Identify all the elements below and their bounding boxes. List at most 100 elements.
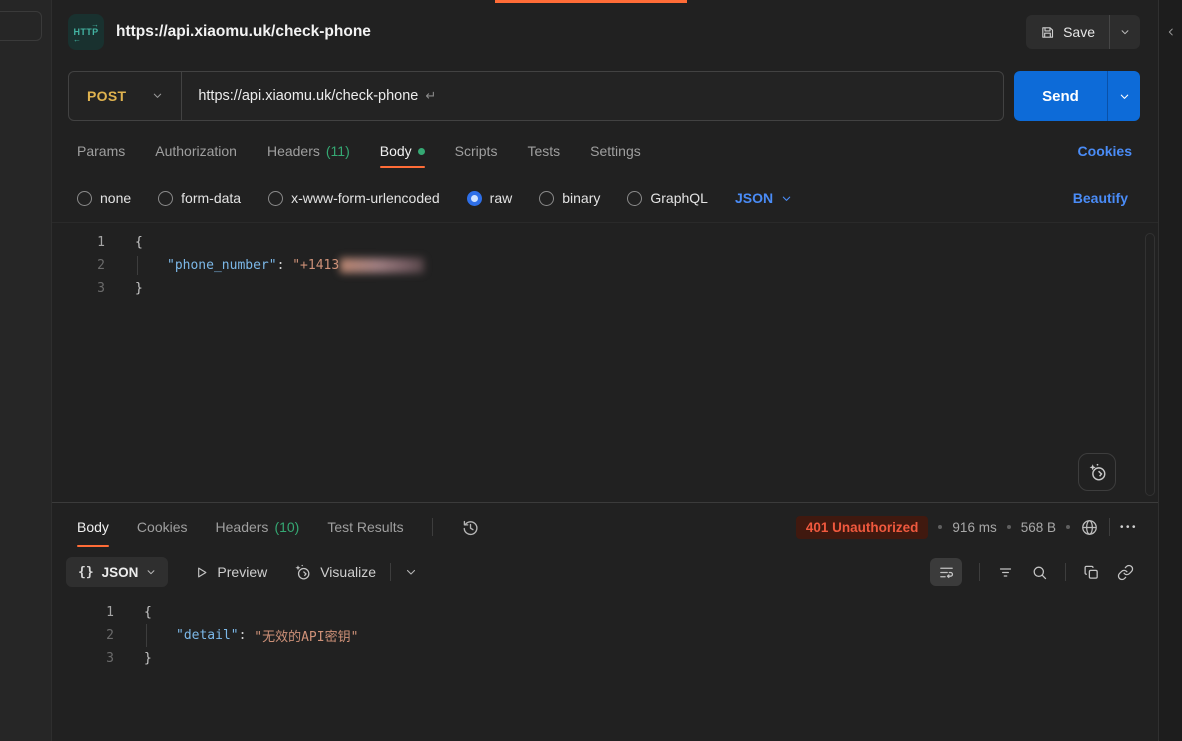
response-meta: 401 Unauthorized 916 ms 568 B ••• xyxy=(796,503,1138,551)
body-type-urlencoded[interactable]: x-www-form-urlencoded xyxy=(268,190,440,206)
postbot-sparkle-icon xyxy=(1087,462,1108,483)
response-size[interactable]: 568 B xyxy=(1021,520,1056,535)
network-info-button[interactable] xyxy=(1080,518,1099,537)
body-type-none-label: none xyxy=(100,190,131,206)
json-key: "phone_number" xyxy=(167,258,277,273)
request-tabs: Params Authorization Headers (11) Body Sc… xyxy=(52,128,1158,174)
body-type-binary-label: binary xyxy=(562,190,600,206)
body-type-graphql[interactable]: GraphQL xyxy=(627,190,708,206)
radio-icon xyxy=(539,191,554,206)
response-format-label: JSON xyxy=(102,565,139,580)
toolbar-expand-button[interactable] xyxy=(405,566,417,578)
save-dropdown-button[interactable] xyxy=(1110,15,1140,49)
body-type-urlencoded-label: x-www-form-urlencoded xyxy=(291,190,440,206)
indent-guide xyxy=(137,256,138,275)
line-number: 1 xyxy=(52,235,105,250)
body-modified-dot xyxy=(418,148,425,155)
divider xyxy=(390,563,391,581)
code-token: } xyxy=(144,651,152,666)
send-button[interactable]: Send xyxy=(1014,88,1107,105)
response-tab-test-results[interactable]: Test Results xyxy=(327,503,403,551)
json-string-value: "无效的API密钥" xyxy=(254,626,358,645)
code-line: 3 } xyxy=(52,277,1158,300)
request-body-editor[interactable]: 1 { 2 "phone_number": "+1413 3 } xyxy=(52,222,1158,502)
method-label: POST xyxy=(87,88,126,104)
postbot-assistant-button[interactable] xyxy=(1078,453,1116,491)
code-line: 2 "phone_number": "+1413 xyxy=(52,254,1158,277)
headers-count-badge: (11) xyxy=(326,143,350,159)
response-body-editor[interactable]: 1 { 2 "detail": "无效的API密钥" 3 } xyxy=(52,593,1158,741)
visualize-button[interactable]: Visualize xyxy=(293,563,376,582)
line-number: 2 xyxy=(52,258,105,273)
send-dropdown-button[interactable] xyxy=(1108,91,1140,102)
tab-headers[interactable]: Headers (11) xyxy=(267,128,350,174)
json-string-value: "+1413 xyxy=(292,258,339,273)
tab-tests[interactable]: Tests xyxy=(527,128,560,174)
response-tab-headers-label: Headers xyxy=(216,519,269,535)
tab-settings[interactable]: Settings xyxy=(590,128,641,174)
body-type-binary[interactable]: binary xyxy=(539,190,600,206)
method-dropdown[interactable]: POST xyxy=(69,88,181,104)
tab-authorization-label: Authorization xyxy=(155,143,237,159)
response-format-dropdown[interactable]: {} JSON xyxy=(66,557,168,587)
copy-button[interactable] xyxy=(1083,564,1100,581)
body-type-raw[interactable]: raw xyxy=(467,190,513,206)
tab-params-label: Params xyxy=(77,143,125,159)
code-line: 1 { xyxy=(52,601,1158,624)
radio-icon xyxy=(627,191,642,206)
radio-icon xyxy=(268,191,283,206)
save-button[interactable]: Save xyxy=(1026,15,1109,49)
sidebar-collapsed-item[interactable] xyxy=(0,11,42,41)
body-type-form-data[interactable]: form-data xyxy=(158,190,241,206)
beautify-link[interactable]: Beautify xyxy=(1073,190,1128,206)
visualize-sparkle-icon xyxy=(293,563,312,582)
url-input[interactable]: https://api.xiaomu.uk/check-phone↵ xyxy=(182,88,436,104)
dot-separator xyxy=(1007,525,1011,529)
active-tab-indicator xyxy=(495,0,687,3)
line-number: 1 xyxy=(52,605,114,620)
search-button[interactable] xyxy=(1031,564,1048,581)
body-type-none[interactable]: none xyxy=(77,190,131,206)
visualize-label: Visualize xyxy=(320,564,376,580)
dot-separator xyxy=(1066,525,1070,529)
tab-params[interactable]: Params xyxy=(77,128,125,174)
response-history-button[interactable] xyxy=(461,518,480,537)
collapse-panel-button[interactable] xyxy=(1166,24,1176,40)
url-container: POST https://api.xiaomu.uk/check-phone↵ xyxy=(68,71,1004,121)
response-tab-cookies-label: Cookies xyxy=(137,519,188,535)
response-tab-body[interactable]: Body xyxy=(77,503,109,551)
wrap-text-button[interactable] xyxy=(930,558,962,586)
send-button-group: Send xyxy=(1014,71,1140,121)
response-tab-body-label: Body xyxy=(77,519,109,535)
preview-button[interactable]: Preview xyxy=(194,564,267,580)
filter-button[interactable] xyxy=(997,564,1014,581)
body-type-options: none form-data x-www-form-urlencoded raw… xyxy=(52,174,1158,222)
filter-icon xyxy=(997,564,1014,581)
response-tab-headers[interactable]: Headers(10) xyxy=(216,503,300,551)
url-value: https://api.xiaomu.uk/check-phone xyxy=(198,88,418,104)
raw-format-dropdown[interactable]: JSON xyxy=(735,190,792,206)
code-token: { xyxy=(144,605,152,620)
globe-icon xyxy=(1080,518,1099,537)
code-token: : xyxy=(239,628,255,643)
tab-body-label: Body xyxy=(380,143,412,159)
response-tab-test-results-label: Test Results xyxy=(327,519,403,535)
play-outline-icon xyxy=(194,565,209,580)
code-token: } xyxy=(135,281,143,296)
more-options-button[interactable]: ••• xyxy=(1120,522,1138,533)
share-link-button[interactable] xyxy=(1117,564,1134,581)
editor-scrollbar[interactable] xyxy=(1145,233,1155,496)
line-number: 2 xyxy=(52,628,114,643)
tab-authorization[interactable]: Authorization xyxy=(155,128,237,174)
save-button-group: Save xyxy=(1026,15,1140,49)
response-time[interactable]: 916 ms xyxy=(952,520,996,535)
status-badge[interactable]: 401 Unauthorized xyxy=(796,516,929,539)
link-icon xyxy=(1117,564,1134,581)
tab-body[interactable]: Body xyxy=(380,128,425,174)
cookies-link[interactable]: Cookies xyxy=(1078,143,1132,159)
dot-separator xyxy=(938,525,942,529)
tab-headers-label: Headers xyxy=(267,143,320,159)
tab-scripts[interactable]: Scripts xyxy=(455,128,498,174)
divider xyxy=(1109,518,1110,536)
response-tab-cookies[interactable]: Cookies xyxy=(137,503,188,551)
